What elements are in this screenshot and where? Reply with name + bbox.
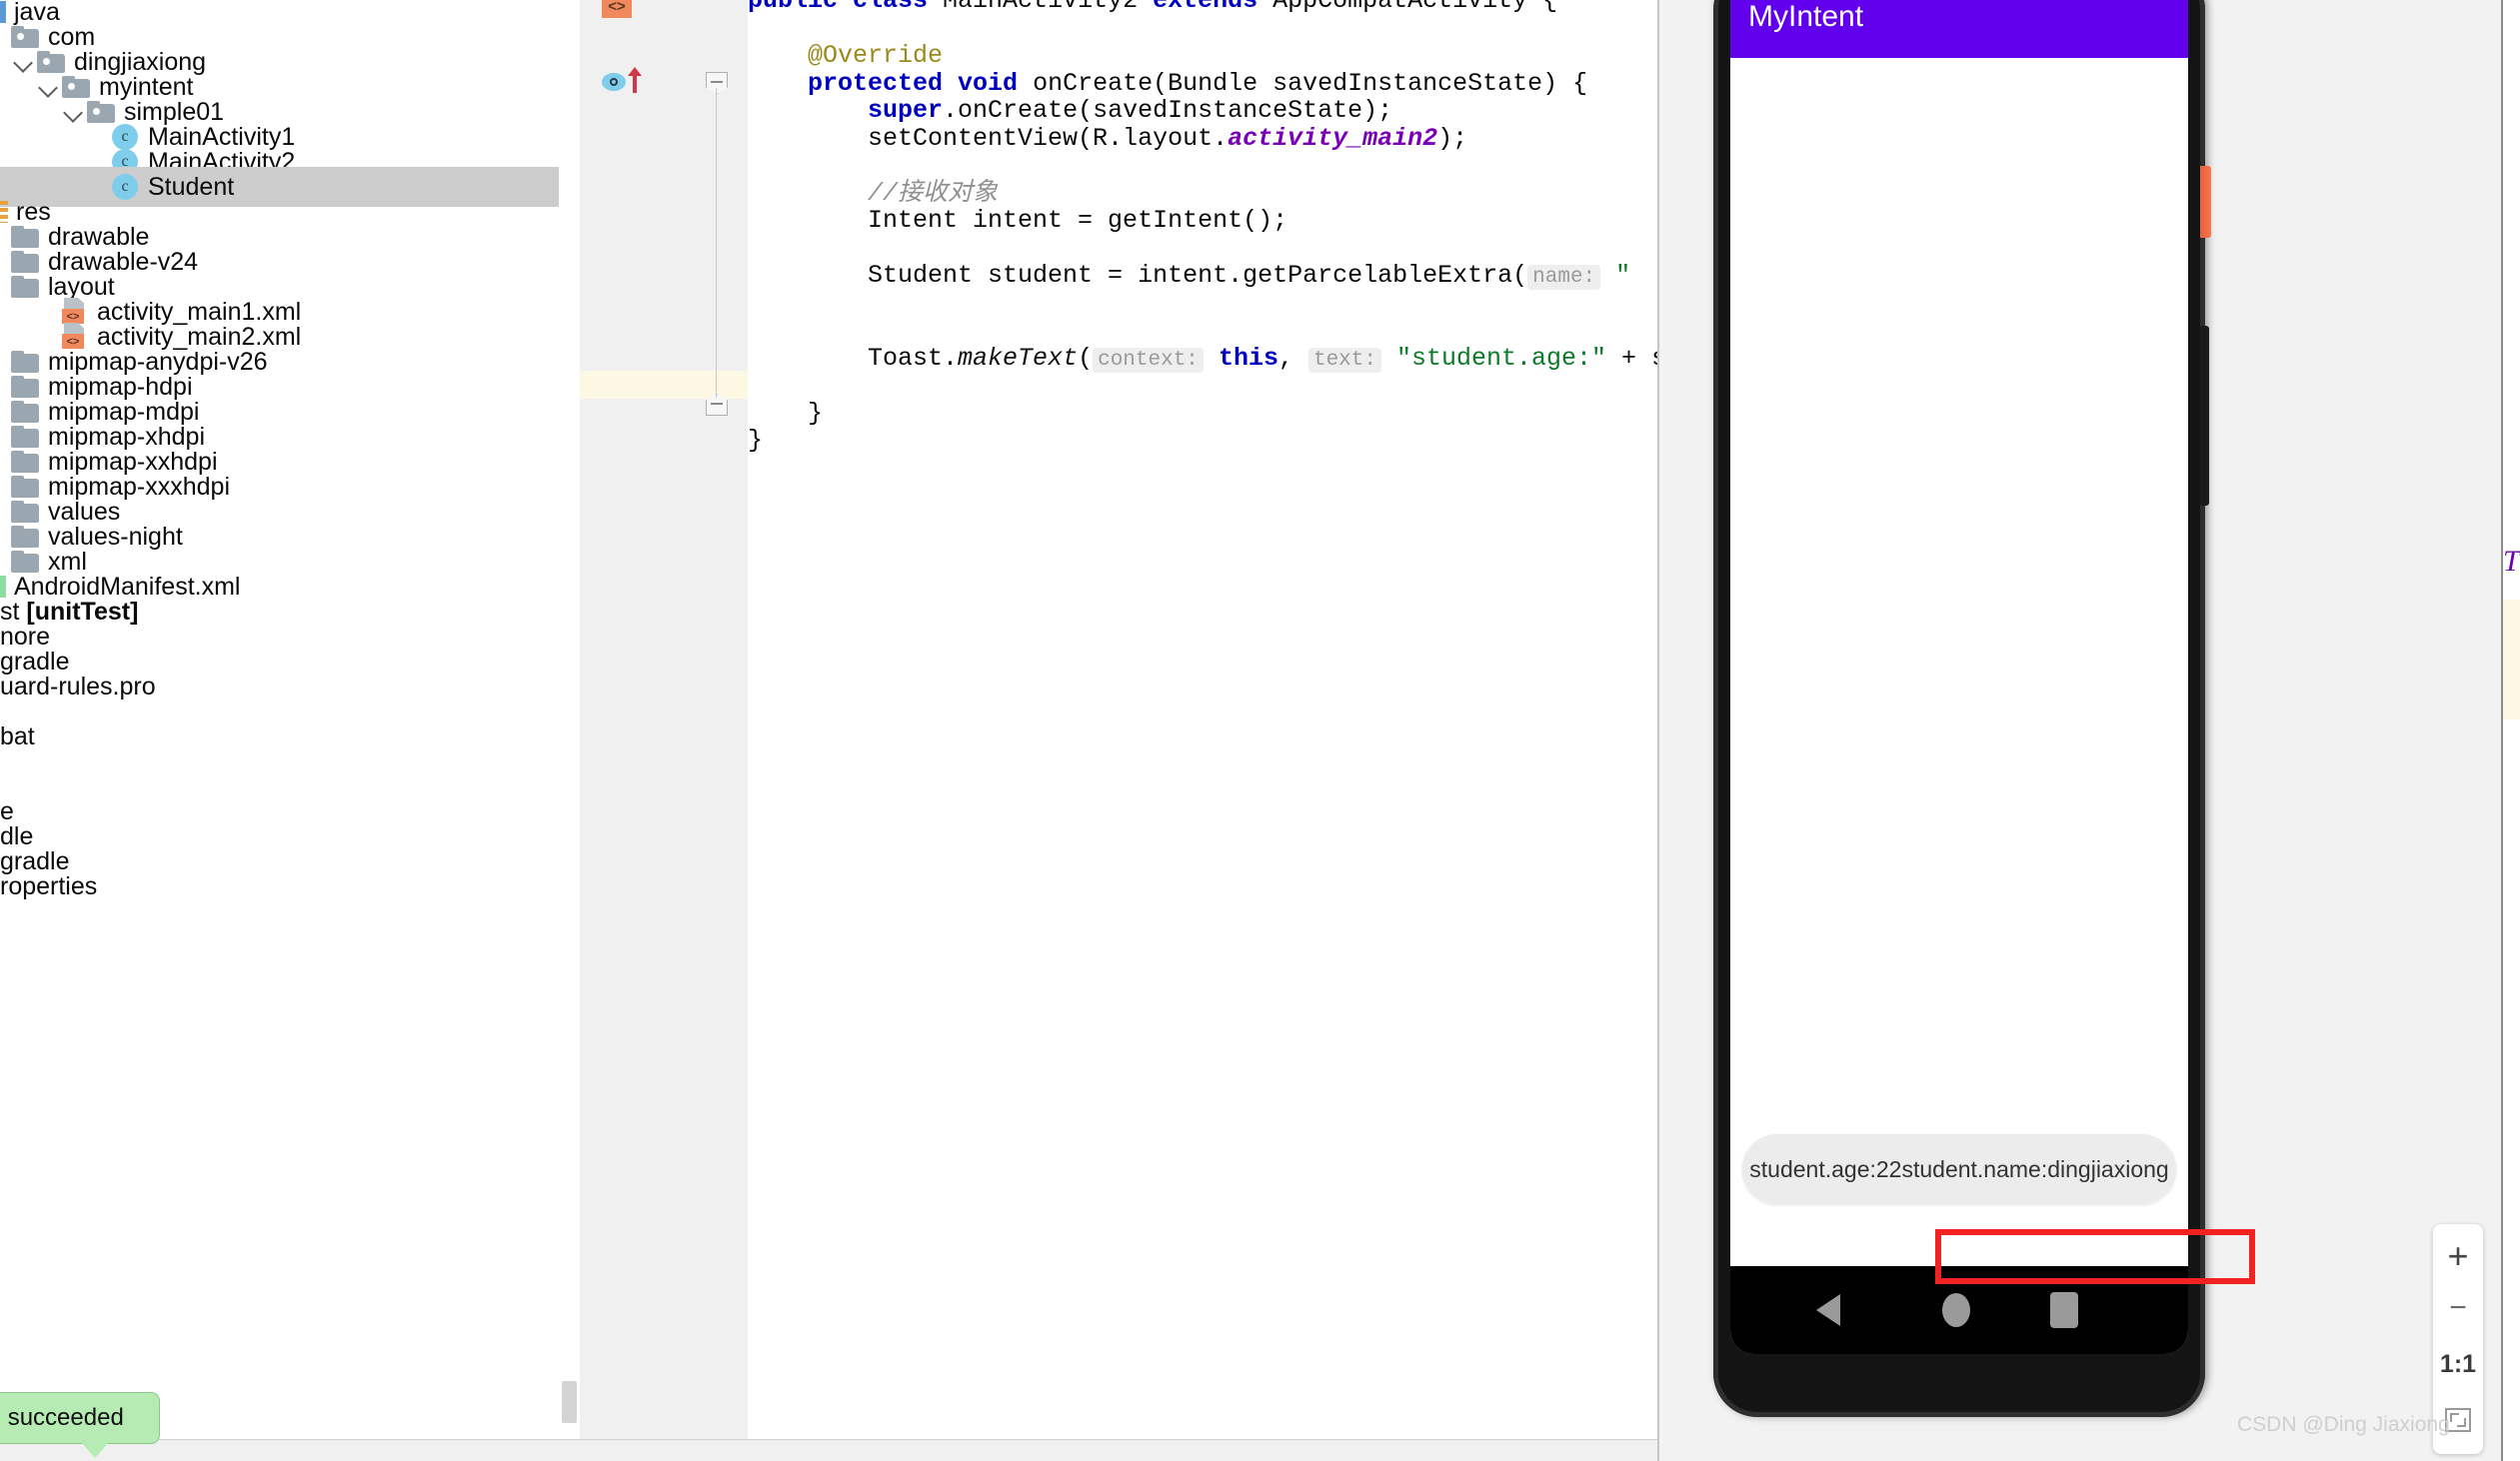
android-navigation-bar[interactable] bbox=[1730, 1266, 2188, 1354]
code-token: , bbox=[1277, 343, 1308, 373]
recents-square-icon[interactable] bbox=[2050, 1292, 2078, 1328]
code-token: text: bbox=[1307, 347, 1381, 373]
right-edge-highlight bbox=[2503, 600, 2520, 720]
zoom-in-button[interactable]: + bbox=[2433, 1228, 2483, 1284]
panel-divider[interactable] bbox=[1657, 0, 1659, 1461]
fold-connector-line bbox=[716, 88, 717, 398]
right-edge-panel bbox=[2501, 0, 2520, 1461]
tree-item-label: roperties bbox=[0, 871, 98, 900]
code-token: .onCreate(savedInstanceState); bbox=[943, 96, 1393, 125]
code-line[interactable] bbox=[748, 290, 1657, 318]
code-line[interactable]: Intent intent = getIntent(); bbox=[748, 207, 1657, 235]
power-button[interactable] bbox=[2200, 326, 2209, 506]
code-token: class bbox=[853, 0, 944, 15]
code-token: AppCompatActivity { bbox=[1272, 0, 1558, 15]
code-token: makeText bbox=[958, 343, 1079, 373]
actual-size-button[interactable]: 1:1 bbox=[2433, 1336, 2483, 1392]
code-line[interactable]: Toast.makeText(context: this, text: "stu… bbox=[748, 343, 1657, 373]
code-line[interactable]: super.onCreate(savedInstanceState); bbox=[748, 97, 1657, 125]
code-token: @Override bbox=[748, 41, 944, 70]
tree-item-uard-rules-pro[interactable]: uard-rules.pro bbox=[0, 667, 580, 707]
code-token: onCreate(Bundle savedInstanceState) { bbox=[1033, 68, 1588, 98]
current-line-gutter-highlight bbox=[580, 371, 698, 399]
app-action-bar: MyIntent bbox=[1730, 0, 2188, 58]
code-token: MainActivity2 bbox=[943, 0, 1154, 15]
code-token: void bbox=[958, 68, 1034, 98]
code-line[interactable] bbox=[748, 317, 1657, 345]
app-content-area[interactable]: student.age:22student.name:dingjiaxiong bbox=[1730, 58, 2188, 1266]
tree-item-label: uard-rules.pro bbox=[0, 672, 156, 701]
code-line[interactable] bbox=[748, 372, 1657, 400]
code-line[interactable]: setContentView(R.layout.activity_main2); bbox=[748, 123, 1657, 153]
code-token: Intent intent = getIntent(); bbox=[748, 206, 1288, 235]
code-token: context: bbox=[1093, 347, 1204, 373]
volume-button[interactable] bbox=[2200, 166, 2211, 238]
code-token: name: bbox=[1527, 265, 1601, 290]
editor-fold-gutter[interactable] bbox=[698, 0, 748, 1461]
emulator-panel[interactable]: MyIntent student.age:22student.name:ding… bbox=[1657, 0, 2520, 1461]
launch-succeeded-popup: unch succeeded bbox=[0, 1392, 160, 1458]
code-line[interactable]: protected void onCreate(Bundle savedInst… bbox=[748, 68, 1657, 98]
code-line[interactable]: @Override bbox=[748, 42, 1657, 70]
editor-gutter[interactable] bbox=[580, 0, 698, 1461]
scrollbar-thumb[interactable] bbox=[562, 1381, 577, 1423]
code-line[interactable] bbox=[748, 15, 1657, 43]
code-token: setContentView(R.layout. bbox=[748, 123, 1229, 153]
code-line[interactable]: public class MainActivity2 extends AppCo… bbox=[748, 0, 1657, 15]
phone-frame: MyIntent student.age:22student.name:ding… bbox=[1713, 0, 2211, 1417]
code-token: "student.age:" bbox=[1396, 343, 1607, 373]
override-method-icon[interactable] bbox=[602, 73, 626, 91]
toast-text: student.age:22student.name:dingjiaxiong bbox=[1749, 1155, 2169, 1182]
right-edge-text-sliver: T bbox=[2503, 545, 2520, 578]
project-panel-scrollbar[interactable] bbox=[559, 0, 580, 1439]
code-line[interactable]: } bbox=[748, 427, 1657, 455]
override-up-arrow-icon[interactable] bbox=[628, 67, 642, 93]
watermark-text: CSDN @Ding Jiaxiong bbox=[2237, 1413, 2450, 1436]
code-token: extends bbox=[1153, 0, 1273, 15]
code-token: //接收对象 bbox=[748, 178, 999, 208]
xml-layout-gutter-icon[interactable]: <> bbox=[602, 0, 632, 18]
toast-message: student.age:22student.name:dingjiaxiong bbox=[1742, 1134, 2176, 1204]
code-text-area[interactable]: public class MainActivity2 extends AppCo… bbox=[748, 0, 1657, 1461]
code-line[interactable]: //接收对象 bbox=[748, 178, 1657, 208]
launch-popup-text: unch succeeded bbox=[0, 1404, 124, 1431]
code-token: protected bbox=[808, 68, 959, 98]
tree-item-roperties[interactable]: roperties bbox=[0, 866, 580, 906]
code-line[interactable]: } bbox=[748, 398, 1657, 428]
app-title: MyIntent bbox=[1748, 0, 1864, 33]
code-token: activity_main2 bbox=[1228, 123, 1438, 153]
code-token: Student student = intent.getParcelableEx… bbox=[748, 261, 1528, 290]
home-circle-icon[interactable] bbox=[1942, 1293, 1970, 1327]
back-triangle-icon[interactable] bbox=[1816, 1294, 1840, 1326]
code-token: super bbox=[868, 96, 944, 125]
code-token: " bbox=[1600, 261, 1631, 290]
code-line[interactable] bbox=[748, 235, 1657, 263]
editor-bottom-strip bbox=[0, 1439, 1657, 1461]
code-token: + st bbox=[1621, 343, 1657, 373]
code-token: } bbox=[748, 426, 764, 455]
code-token: this bbox=[1218, 343, 1278, 373]
code-line[interactable] bbox=[748, 152, 1657, 180]
phone-screen[interactable]: MyIntent student.age:22student.name:ding… bbox=[1730, 0, 2188, 1354]
tree-item-label: bat bbox=[0, 722, 35, 750]
code-token: ( bbox=[1078, 343, 1094, 373]
zoom-out-button[interactable]: − bbox=[2433, 1280, 2483, 1336]
code-token: Toast. bbox=[748, 343, 959, 373]
code-token: ); bbox=[1437, 123, 1468, 153]
code-token: } bbox=[748, 398, 824, 428]
tree-item-bat[interactable]: bat bbox=[0, 717, 580, 756]
code-editor-panel[interactable]: 1314151617181920212223242526272829 <> pu… bbox=[580, 0, 1657, 1461]
code-token: public bbox=[748, 0, 854, 15]
code-line[interactable]: Student student = intent.getParcelableEx… bbox=[748, 262, 1657, 290]
ide-window: java com dingjiaxiong myintent simple01 c Main… bbox=[0, 0, 2520, 1461]
project-tree-panel[interactable]: java com dingjiaxiong myintent simple01 c Main… bbox=[0, 0, 580, 1439]
